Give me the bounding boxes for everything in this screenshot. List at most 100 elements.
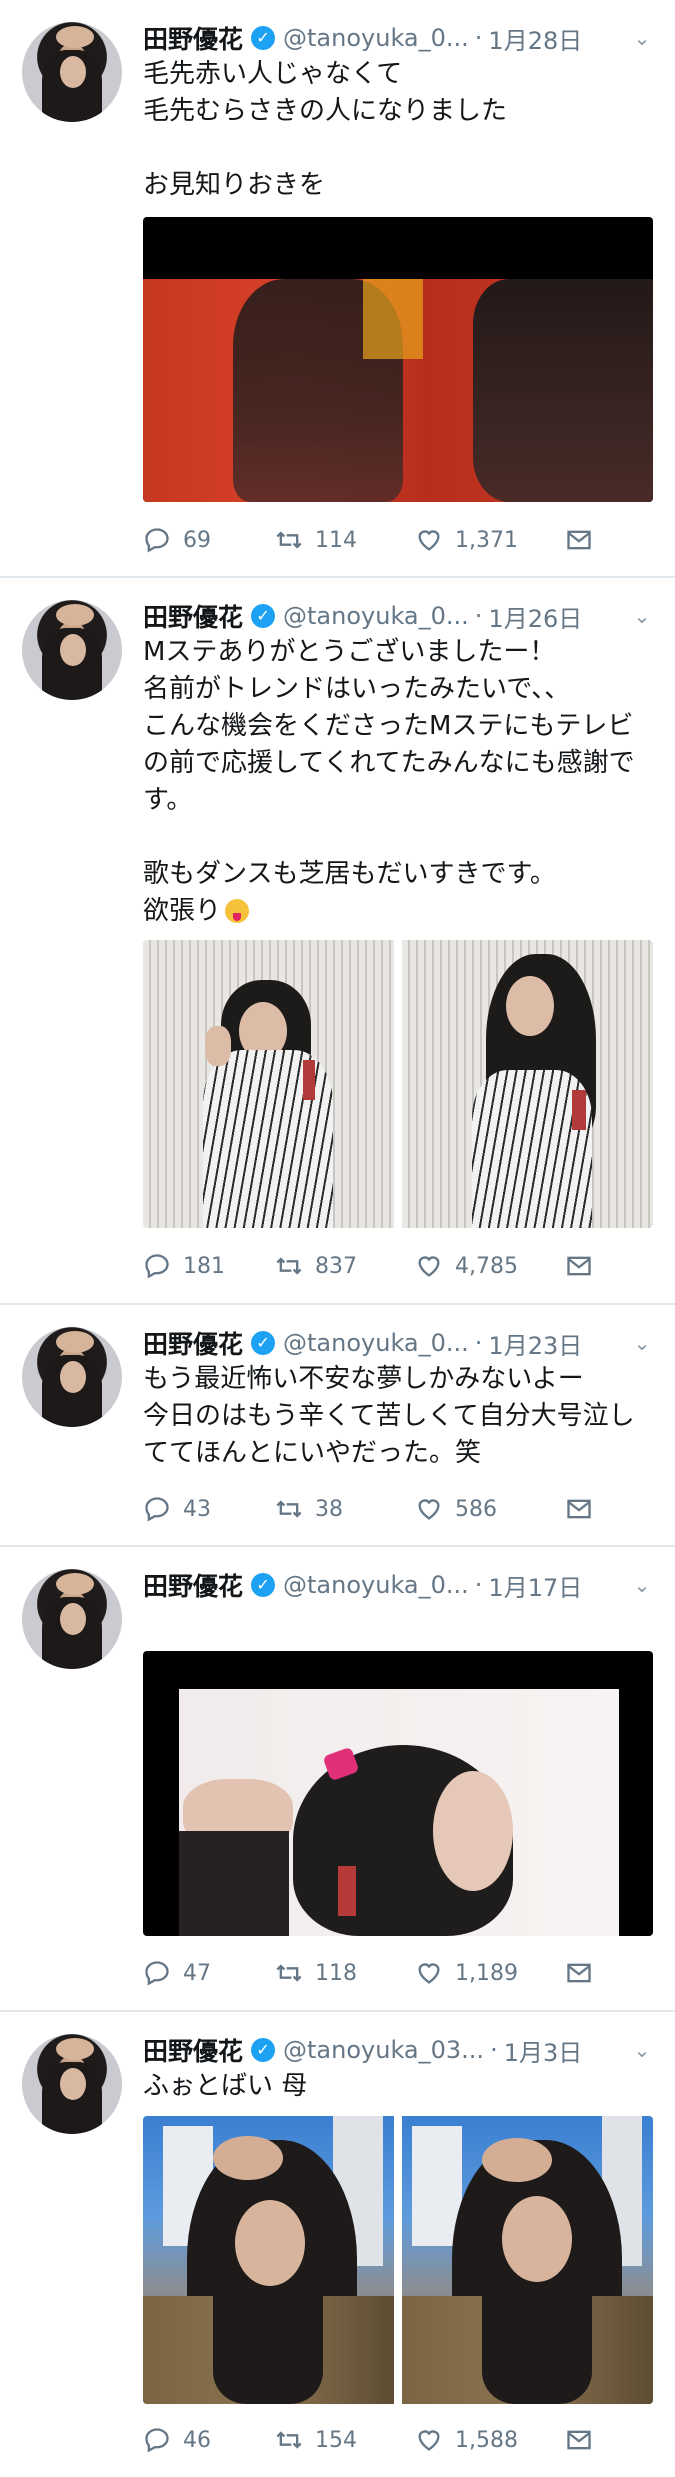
separator-dot: · xyxy=(474,1329,483,1357)
dm-icon xyxy=(567,1963,591,1983)
retweet-button[interactable]: 154 xyxy=(275,2426,415,2454)
tweet-date[interactable]: 1月3日 xyxy=(504,2033,583,2068)
like-count: 4,785 xyxy=(455,1253,518,1279)
avatar[interactable] xyxy=(22,600,122,700)
dm-button[interactable] xyxy=(565,1252,593,1280)
dm-icon xyxy=(567,1256,591,1276)
reply-button[interactable]: 181 xyxy=(143,1252,275,1280)
tweet-header: 田野優花 ✓ @tanoyuka_0... · 1月17日 ⌄ xyxy=(143,1565,653,1605)
reply-icon xyxy=(145,2428,169,2453)
separator-dot: · xyxy=(490,2036,498,2064)
like-count: 1,371 xyxy=(455,527,518,553)
author-handle[interactable]: @tanoyuka_0... xyxy=(283,1329,469,1357)
like-icon xyxy=(418,1256,440,1277)
tweet-actions: 47 118 1,189 xyxy=(143,1955,643,1991)
separator-dot: · xyxy=(474,24,483,52)
tweet[interactable]: 田野優花 ✓ @tanoyuka_0... · 1月28日 ⌄ 毛先赤い人じゃな… xyxy=(0,0,675,578)
retweet-count: 154 xyxy=(315,2427,357,2453)
retweet-icon xyxy=(276,531,302,549)
caret-down-icon[interactable]: ⌄ xyxy=(631,2038,653,2062)
tweet-date[interactable]: 1月26日 xyxy=(488,599,582,634)
like-icon xyxy=(418,1963,440,1984)
like-button[interactable]: 1,588 xyxy=(415,2426,565,2454)
tweet[interactable]: 田野優花 ✓ @tanoyuka_0... · 1月26日 ⌄ Mステありがとう… xyxy=(0,578,675,1305)
verified-badge-icon: ✓ xyxy=(251,2038,276,2062)
author-name[interactable]: 田野優花 xyxy=(143,1567,243,1603)
caret-down-icon[interactable]: ⌄ xyxy=(631,1573,653,1597)
reply-button[interactable]: 43 xyxy=(143,1495,275,1523)
retweet-button[interactable]: 837 xyxy=(275,1252,415,1280)
author-name[interactable]: 田野優花 xyxy=(143,598,243,634)
reply-count: 47 xyxy=(183,1960,211,1986)
author-handle[interactable]: @tanoyuka_0... xyxy=(283,24,469,52)
tweet-photo[interactable] xyxy=(143,1651,653,1936)
retweet-count: 837 xyxy=(315,1253,357,1279)
author-name[interactable]: 田野優花 xyxy=(143,1325,243,1361)
tweet-photo-grid xyxy=(143,940,653,1228)
reply-button[interactable]: 46 xyxy=(143,2426,275,2454)
like-button[interactable]: 4,785 xyxy=(415,1252,565,1280)
author-name[interactable]: 田野優花 xyxy=(143,20,243,56)
dm-icon xyxy=(567,530,591,550)
avatar[interactable] xyxy=(22,2034,122,2134)
like-count: 1,588 xyxy=(455,2427,518,2453)
verified-badge-icon: ✓ xyxy=(251,26,276,50)
separator-dot: · xyxy=(474,602,483,630)
avatar[interactable] xyxy=(22,22,122,122)
tweet-actions: 46 154 1,588 xyxy=(143,2422,643,2458)
author-handle[interactable]: @tanoyuka_03... xyxy=(283,2036,484,2064)
avatar[interactable] xyxy=(22,1569,122,1669)
retweet-count: 114 xyxy=(315,527,357,553)
author-handle[interactable]: @tanoyuka_0... xyxy=(283,602,469,630)
retweet-icon xyxy=(276,1964,302,1982)
dm-button[interactable] xyxy=(565,526,593,554)
avatar[interactable] xyxy=(22,1327,122,1427)
tweet-photo[interactable] xyxy=(402,2116,653,2404)
tweet-photo[interactable] xyxy=(143,940,394,1228)
tweet-photo[interactable] xyxy=(402,940,653,1228)
reply-icon xyxy=(145,1961,169,1986)
like-button[interactable]: 586 xyxy=(415,1495,565,1523)
author-name[interactable]: 田野優花 xyxy=(143,2032,243,2068)
tweet-header: 田野優花 ✓ @tanoyuka_0... · 1月23日 ⌄ xyxy=(143,1323,653,1363)
reply-icon xyxy=(145,1497,169,1522)
retweet-icon xyxy=(276,1257,302,1275)
reply-count: 46 xyxy=(183,2427,211,2453)
reply-count: 69 xyxy=(183,527,211,553)
author-handle[interactable]: @tanoyuka_0... xyxy=(283,1571,469,1599)
retweet-button[interactable]: 114 xyxy=(275,526,415,554)
like-button[interactable]: 1,189 xyxy=(415,1959,565,1987)
caret-down-icon[interactable]: ⌄ xyxy=(631,604,653,628)
tweet-photo[interactable] xyxy=(143,2116,394,2404)
reply-button[interactable]: 69 xyxy=(143,526,275,554)
tweet-date[interactable]: 1月28日 xyxy=(488,21,582,56)
tweet-header: 田野優花 ✓ @tanoyuka_0... · 1月26日 ⌄ xyxy=(143,596,653,636)
tweet-actions: 43 38 586 xyxy=(143,1491,643,1527)
tweet-photo[interactable] xyxy=(143,217,653,502)
reply-icon xyxy=(145,528,169,553)
like-icon xyxy=(418,1499,440,1520)
tweet[interactable]: 田野優花 ✓ @tanoyuka_03... · 1月3日 ⌄ ふぉとばい 母 xyxy=(0,2012,675,2477)
verified-badge-icon: ✓ xyxy=(251,1573,276,1597)
tweet-date[interactable]: 1月23日 xyxy=(488,1326,582,1361)
retweet-button[interactable]: 38 xyxy=(275,1495,415,1523)
retweet-count: 118 xyxy=(315,1960,357,1986)
like-button[interactable]: 1,371 xyxy=(415,526,565,554)
caret-down-icon[interactable]: ⌄ xyxy=(631,1331,653,1355)
tweet[interactable]: 田野優花 ✓ @tanoyuka_0... · 1月23日 ⌄ もう最近怖い不安… xyxy=(0,1305,675,1547)
dm-button[interactable] xyxy=(565,1959,593,1987)
caret-down-icon[interactable]: ⌄ xyxy=(631,26,653,50)
like-icon xyxy=(418,2430,440,2451)
tongue-face-emoji-icon xyxy=(225,899,250,923)
retweet-count: 38 xyxy=(315,1496,343,1522)
tweet-text-content: Mステありがとうございましたー！ 名前がトレンドはいったみたいで、、 こんな機会… xyxy=(143,637,635,926)
retweet-icon xyxy=(276,1500,302,1518)
tweet-text: Mステありがとうございましたー！ 名前がトレンドはいったみたいで、、 こんな機会… xyxy=(143,634,653,930)
dm-button[interactable] xyxy=(565,1495,593,1523)
reply-button[interactable]: 47 xyxy=(143,1959,275,1987)
tweet-date[interactable]: 1月17日 xyxy=(488,1568,582,1603)
tweet[interactable]: 田野優花 ✓ @tanoyuka_0... · 1月17日 ⌄ 47 118 1… xyxy=(0,1547,675,2012)
retweet-button[interactable]: 118 xyxy=(275,1959,415,1987)
retweet-icon xyxy=(276,2431,302,2449)
dm-button[interactable] xyxy=(565,2426,593,2454)
